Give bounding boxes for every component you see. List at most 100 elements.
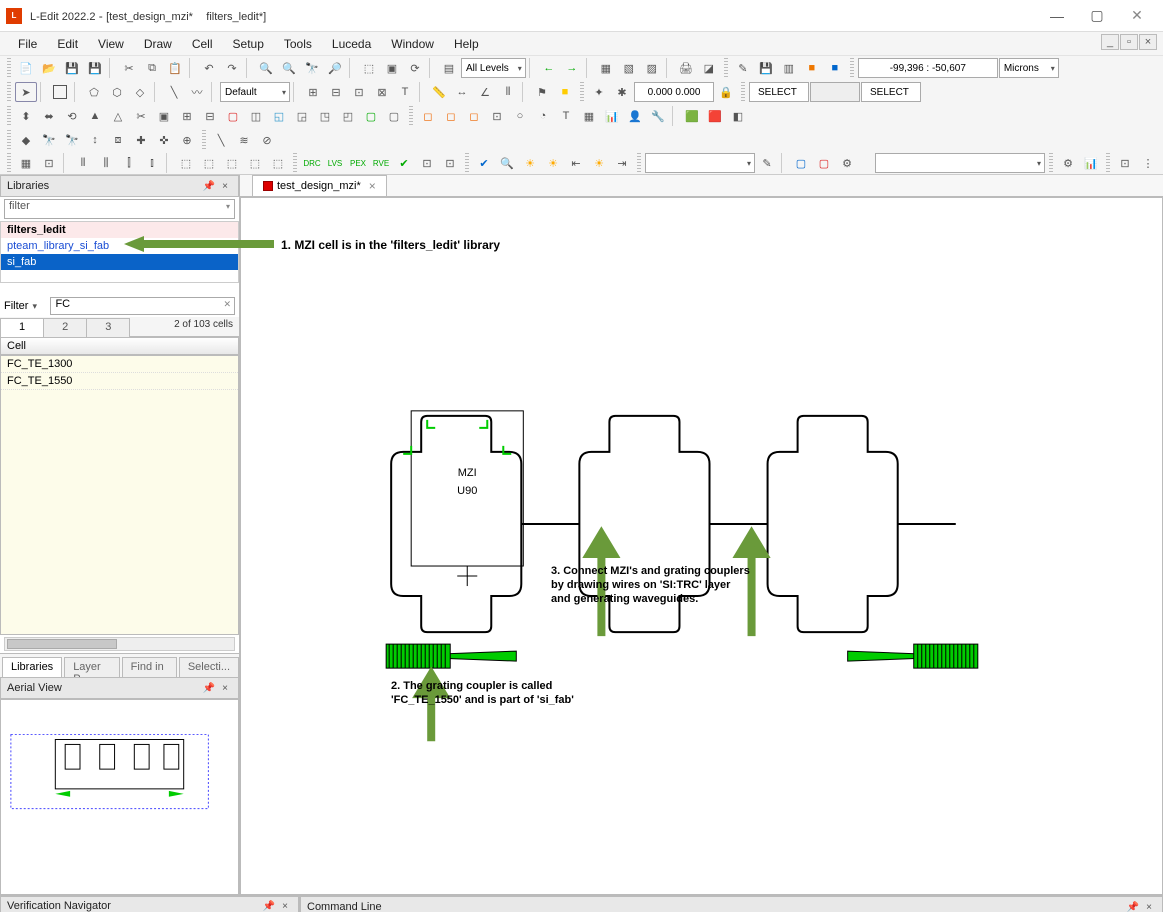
chart-icon[interactable]: 📊 [1080, 153, 1102, 173]
verif-pin-icon[interactable]: 📌 [262, 899, 276, 912]
saveall-icon[interactable]: 💾 [84, 58, 106, 78]
zoom-icon[interactable]: 🔍 [255, 58, 277, 78]
palette-orange-icon[interactable]: ■ [801, 58, 823, 78]
fill-icon[interactable]: ■ [554, 82, 576, 102]
cell-fc-te-1550[interactable]: FC_TE_1550 [1, 373, 238, 390]
op1-icon[interactable]: ◱ [268, 106, 290, 126]
rot90-icon[interactable]: △ [107, 106, 129, 126]
btab-libraries[interactable]: Libraries [2, 657, 62, 677]
m2-icon[interactable]: ⬚ [198, 153, 220, 173]
flag-us-icon[interactable]: 🟥 [704, 106, 726, 126]
menu-luceda[interactable]: Luceda [322, 34, 381, 54]
lib-si-fab[interactable]: si_fab [1, 254, 238, 270]
cmd-close-icon[interactable]: × [1142, 900, 1156, 912]
lvs-btn-icon[interactable]: LVS [324, 153, 346, 173]
circ-icon[interactable]: ○ [509, 106, 531, 126]
shape3-icon[interactable]: ◻ [463, 106, 485, 126]
rve-btn-icon[interactable]: RVE [370, 153, 392, 173]
array-icon[interactable]: ⊟ [325, 82, 347, 102]
style-combo[interactable]: Default [220, 82, 290, 102]
menu-setup[interactable]: Setup [223, 34, 274, 54]
stats-icon[interactable]: 📊 [601, 106, 623, 126]
layer-combo[interactable] [645, 153, 755, 173]
w1-icon[interactable]: ⊡ [416, 153, 438, 173]
sq-red-icon[interactable]: ▢ [813, 153, 835, 173]
target-icon[interactable]: ✦ [588, 82, 610, 102]
doc-close-icon[interactable]: × [369, 179, 376, 193]
a3-icon[interactable]: 🔭 [61, 130, 83, 150]
b1-icon[interactable]: ╲ [210, 130, 232, 150]
sq-blue-icon[interactable]: ▢ [790, 153, 812, 173]
sel-sq-icon[interactable]: ▢ [222, 106, 244, 126]
nav-left-icon[interactable]: ← [538, 58, 560, 78]
flag-icon[interactable]: ⚑ [531, 82, 553, 102]
menu-window[interactable]: Window [381, 34, 444, 54]
flip-h-icon[interactable]: ⬍ [15, 106, 37, 126]
stack-icon[interactable]: ▥ [778, 58, 800, 78]
chk-icon[interactable]: ✔ [393, 153, 415, 173]
mdi-minimize-icon[interactable]: _ [1101, 34, 1119, 50]
a5-icon[interactable]: ⧈ [107, 130, 129, 150]
a8-icon[interactable]: ⊕ [176, 130, 198, 150]
cell-column-header[interactable]: Cell [0, 337, 239, 355]
op5-icon[interactable]: ▢ [360, 106, 382, 126]
save-icon[interactable]: 💾 [61, 58, 83, 78]
open-icon[interactable]: 📂 [38, 58, 60, 78]
chk2-icon[interactable]: ✔ [473, 153, 495, 173]
flag-it-icon[interactable]: 🟩 [681, 106, 703, 126]
redo-icon[interactable]: ↷ [221, 58, 243, 78]
gear2-icon[interactable]: ⚙ [1057, 153, 1079, 173]
filter-dropdown-icon[interactable]: ▾ [32, 301, 46, 312]
b3-icon[interactable]: ⊘ [256, 130, 278, 150]
op4-icon[interactable]: ◰ [337, 106, 359, 126]
measure-icon[interactable]: ↔ [451, 82, 473, 102]
binoculars-icon[interactable]: 🔭 [301, 58, 323, 78]
exit-icon[interactable]: ◧ [727, 106, 749, 126]
sun5-icon[interactable]: ⇥ [611, 153, 633, 173]
a1-icon[interactable]: ◆ [15, 130, 37, 150]
op2-icon[interactable]: ◲ [291, 106, 313, 126]
mdi-restore-icon[interactable]: ▫ [1120, 34, 1138, 50]
text-icon[interactable]: T [394, 82, 416, 102]
shape2-icon[interactable]: ◻ [440, 106, 462, 126]
menu-view[interactable]: View [88, 34, 134, 54]
path-icon[interactable]: 〰 [186, 82, 208, 102]
a6-icon[interactable]: ✚ [130, 130, 152, 150]
find-icon[interactable]: 🔎 [324, 58, 346, 78]
combo-r[interactable] [875, 153, 1045, 173]
menu-help[interactable]: Help [444, 34, 489, 54]
tab-2[interactable]: 2 [43, 318, 87, 337]
w2-icon[interactable]: ⊡ [439, 153, 461, 173]
pick-icon[interactable]: ✎ [756, 153, 778, 173]
maximize-button[interactable]: ▢ [1077, 0, 1117, 32]
drc-btn-icon[interactable]: DRC [301, 153, 323, 173]
cut-icon[interactable]: ✂ [118, 58, 140, 78]
txt-icon[interactable]: T [555, 106, 577, 126]
pointer-icon[interactable]: ➤ [15, 82, 37, 102]
dots-icon[interactable]: ⋮ [1137, 153, 1159, 173]
b2-icon[interactable]: ≋ [233, 130, 255, 150]
snap-icon[interactable]: ✱ [611, 82, 633, 102]
alg2-icon[interactable]: ⫼ [95, 153, 117, 173]
poly1-icon[interactable]: ⬠ [83, 82, 105, 102]
new-icon[interactable]: 📄 [15, 58, 37, 78]
cell-list[interactable]: FC_TE_1300 FC_TE_1550 [0, 355, 239, 635]
aerial-close-icon[interactable]: × [218, 681, 232, 695]
close-button[interactable]: ✕ [1117, 0, 1157, 32]
btab-selection[interactable]: Selecti... [179, 657, 239, 677]
tab-3[interactable]: 3 [86, 318, 130, 337]
menu-edit[interactable]: Edit [47, 34, 88, 54]
layers-icon[interactable]: ▤ [438, 58, 460, 78]
flip-v-icon[interactable]: ⬌ [38, 106, 60, 126]
port-icon[interactable]: ⊠ [371, 82, 393, 102]
menu-file[interactable]: File [8, 34, 47, 54]
palette-blue-icon[interactable]: ■ [824, 58, 846, 78]
menu-cell[interactable]: Cell [182, 34, 223, 54]
edit-icon[interactable]: ✎ [732, 58, 754, 78]
m4-icon[interactable]: ⬚ [244, 153, 266, 173]
sun2-icon[interactable]: ☀ [542, 153, 564, 173]
ungroup-icon[interactable]: ⊟ [199, 106, 221, 126]
refresh-icon[interactable]: ⟳ [404, 58, 426, 78]
img-icon[interactable]: ▦ [578, 106, 600, 126]
op6-icon[interactable]: ▢ [383, 106, 405, 126]
